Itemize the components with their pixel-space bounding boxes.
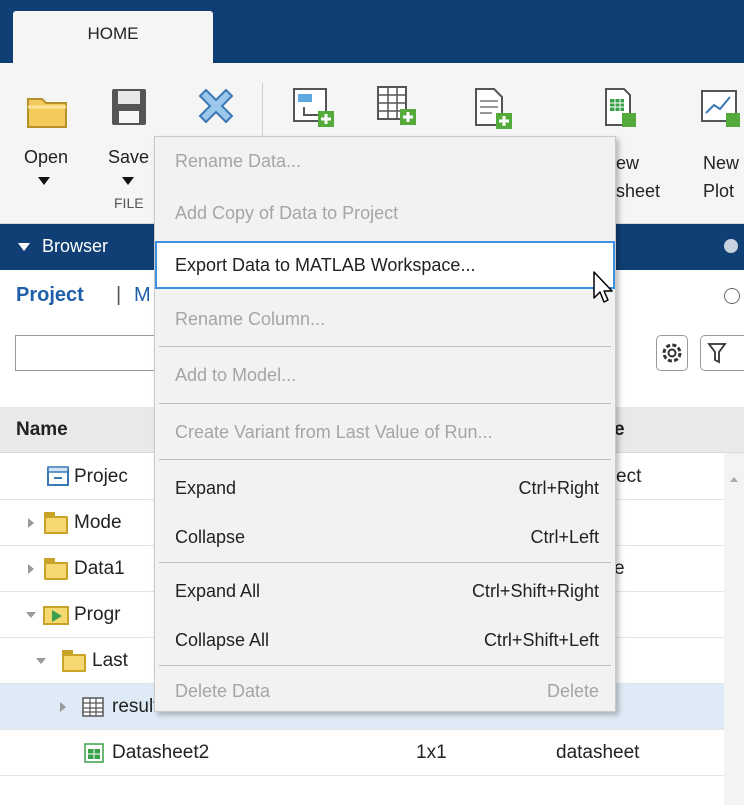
menu-separator (159, 562, 611, 563)
new-plot-label-2: Plot (703, 181, 735, 201)
open-label: Open (24, 147, 69, 167)
tab-home[interactable]: HOME (13, 11, 213, 63)
settings-button[interactable] (656, 335, 688, 371)
filter-input[interactable] (15, 335, 155, 371)
link-separator: | (116, 284, 122, 306)
menu-separator (159, 665, 611, 666)
folder-icon (44, 558, 68, 580)
menu-item-collapse-all[interactable]: Collapse All Ctrl+Shift+Left (159, 618, 611, 662)
table-icon (82, 697, 104, 717)
scroll-up-arrow-icon[interactable] (730, 477, 738, 482)
expand-arrow-icon[interactable] (60, 702, 66, 712)
save-icon (112, 89, 146, 125)
expand-arrow-icon[interactable] (28, 518, 34, 528)
menu-item-label: Collapse All (175, 630, 270, 650)
menu-item-label: Rename Data... (175, 151, 302, 171)
menu-item-expand[interactable]: Expand Ctrl+Right (159, 466, 611, 510)
mouse-cursor-icon (593, 271, 613, 303)
new-datasheet-label-1: ew (616, 153, 640, 173)
row-name: Progr (74, 604, 121, 625)
column-header-name[interactable]: Name (16, 419, 68, 441)
menu-item-shortcut: Delete (546, 681, 599, 701)
menu-item-label: Add to Model... (175, 365, 297, 385)
menu-item-label: Collapse (175, 527, 246, 547)
context-menu: Rename Data... Add Copy of Data to Proje… (154, 136, 616, 712)
menu-item-create-variant[interactable]: Create Variant from Last Value of Run... (159, 410, 611, 454)
project-link[interactable]: Project (16, 284, 84, 307)
chevron-down-icon[interactable] (724, 288, 740, 304)
new-plot-icon[interactable] (698, 87, 744, 129)
menu-item-collapse[interactable]: Collapse Ctrl+Left (159, 515, 611, 559)
menu-item-delete-data[interactable]: Delete Data Delete (159, 669, 611, 713)
menu-item-expand-all[interactable]: Expand All Ctrl+Shift+Right (159, 569, 611, 613)
row-name: Mode (74, 512, 122, 533)
menu-item-label: Expand (175, 478, 237, 498)
collapse-arrow-icon[interactable] (26, 612, 36, 618)
save-button[interactable]: Save (96, 83, 156, 205)
row-type: ect (616, 466, 642, 487)
row-type: datasheet (556, 742, 640, 763)
panel-menu-icon[interactable] (724, 239, 738, 253)
row-name: Last (92, 650, 128, 671)
menu-item-shortcut: Ctrl+Shift+Right (471, 581, 599, 601)
new-table-icon[interactable] (374, 83, 422, 129)
row-size: 1x1 (416, 742, 447, 763)
collapse-arrow-icon[interactable] (36, 658, 46, 664)
menu-item-export-to-workspace[interactable]: Export Data to MATLAB Workspace... (155, 241, 615, 289)
menu-item-shortcut: Ctrl+Shift+Left (483, 630, 599, 650)
folder-open-icon (27, 98, 67, 128)
project-icon (47, 466, 69, 486)
row-name: Data1 (74, 558, 125, 579)
table-row[interactable]: Datasheet2 1x1 datasheet (0, 730, 724, 776)
menu-item-add-to-model[interactable]: Add to Model... (159, 353, 611, 397)
program-folder-icon (43, 606, 69, 625)
new-document-icon[interactable] (470, 87, 518, 133)
save-label: Save (108, 147, 150, 167)
new-datasheet-label-2: sheet (616, 181, 661, 201)
row-name: Projec (74, 466, 128, 487)
menu-item-shortcut: Ctrl+Right (518, 478, 599, 498)
datasheet-icon (84, 743, 104, 763)
new-datasheet-icon[interactable] (600, 87, 640, 129)
file-section-label: FILE (114, 195, 144, 211)
expand-arrow-icon[interactable] (28, 564, 34, 574)
filter-button[interactable] (700, 335, 744, 371)
vertical-scrollbar[interactable] (724, 453, 744, 805)
menu-item-label: Create Variant from Last Value of Run... (175, 422, 493, 442)
close-icon[interactable] (194, 86, 238, 130)
menu-item-label: Expand All (175, 581, 261, 601)
menu-item-label: Export Data to MATLAB Workspace... (175, 255, 476, 275)
menu-separator (159, 403, 611, 404)
menu-item-add-copy-to-project[interactable]: Add Copy of Data to Project (159, 191, 611, 235)
menu-item-label: Add Copy of Data to Project (175, 203, 399, 223)
open-button[interactable]: Open (14, 83, 76, 205)
model-link[interactable]: M (134, 284, 151, 307)
menu-item-rename-data[interactable]: Rename Data... (159, 139, 611, 183)
menu-separator (159, 459, 611, 460)
menu-item-label: Rename Column... (175, 309, 326, 329)
new-plot-label-1: New (703, 153, 740, 173)
menu-item-shortcut: Ctrl+Left (530, 527, 599, 547)
new-model-icon[interactable] (290, 85, 338, 131)
menu-item-rename-column[interactable]: Rename Column... (159, 297, 611, 341)
menu-item-label: Delete Data (175, 681, 271, 701)
open-dropdown-arrow[interactable] (38, 177, 50, 185)
funnel-icon (707, 343, 727, 364)
gear-icon (662, 343, 682, 363)
collapse-triangle-icon[interactable] (18, 243, 30, 251)
folder-icon (62, 650, 86, 672)
browser-title: Browser (42, 236, 109, 256)
folder-icon (44, 512, 68, 534)
row-name: Datasheet2 (112, 742, 210, 763)
menu-separator (159, 346, 611, 347)
save-dropdown-arrow[interactable] (122, 177, 134, 185)
